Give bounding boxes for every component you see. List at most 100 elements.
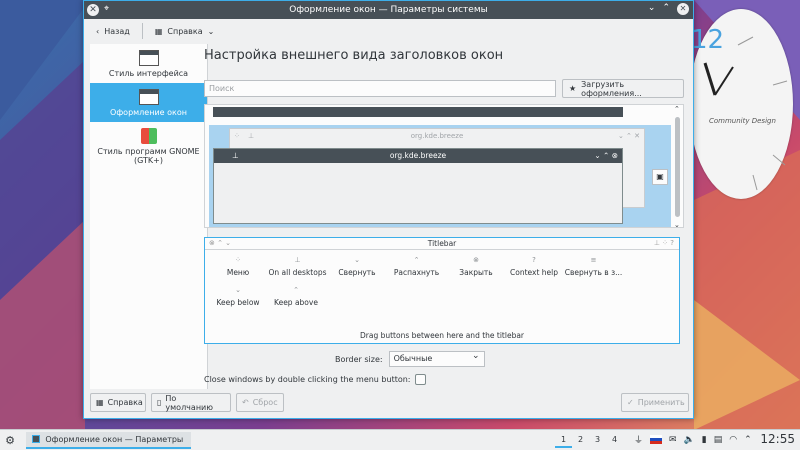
reset-button[interactable]: ↶ Сброс bbox=[236, 393, 284, 412]
border-size-row: Border size: Обычные bbox=[335, 351, 485, 367]
chevron-down-icon[interactable]: ⌄ bbox=[674, 221, 680, 227]
sidebar-item-window-decorations[interactable]: Оформление окон bbox=[90, 83, 207, 122]
drag-hint: Drag buttons between here and the titleb… bbox=[359, 331, 525, 340]
close-icon: ⊗ bbox=[473, 256, 479, 264]
load-decorations-button[interactable]: ★ Загрузить оформления... bbox=[562, 79, 684, 98]
border-size-label: Border size: bbox=[335, 354, 383, 364]
application-launcher-icon[interactable]: ⚙ bbox=[0, 434, 20, 447]
expand-tray-icon[interactable]: ⌃ bbox=[744, 435, 752, 445]
maximize-icon[interactable]: ⌃ bbox=[662, 3, 670, 15]
button-on-all-desktops[interactable]: ⊥ On all desktops bbox=[267, 256, 328, 286]
minimize-icon[interactable]: ⌄ bbox=[648, 3, 656, 15]
search-input[interactable]: Поиск bbox=[204, 80, 556, 97]
decoration-item-previous[interactable] bbox=[213, 107, 623, 117]
pin-icon[interactable]: ⌖ bbox=[104, 4, 109, 14]
button-close[interactable]: ⊗ Закрыть bbox=[447, 256, 505, 286]
desktop-3[interactable]: 3 bbox=[589, 432, 606, 448]
button-shade[interactable]: ≡ Свернуть в з... bbox=[563, 256, 624, 286]
window-decoration-icon bbox=[138, 88, 159, 105]
scrollbar-thumb[interactable] bbox=[675, 117, 680, 217]
preview-front-title: org.kde.breeze bbox=[389, 151, 447, 160]
button-keep-above[interactable]: ⌃ Keep above bbox=[267, 286, 325, 316]
gtk-style-icon bbox=[140, 127, 157, 144]
taskbar: ⚙ Оформление окон — Параметры системы 1 … bbox=[0, 429, 800, 450]
task-system-settings[interactable]: Оформление окон — Параметры системы bbox=[26, 431, 191, 449]
system-settings-window: ✕ ⌖ Оформление окон — Параметры системы … bbox=[83, 0, 694, 419]
chevron-up-icon[interactable]: ⌃ bbox=[674, 105, 680, 113]
battery-icon[interactable]: ▮ bbox=[702, 435, 707, 445]
clipboard-icon[interactable]: ▤ bbox=[714, 435, 723, 445]
button-maximize[interactable]: ⌃ Распахнуть bbox=[386, 256, 447, 286]
usb-icon[interactable]: ⏚ bbox=[634, 433, 643, 446]
preview-back-title: org.kde.breeze bbox=[410, 132, 464, 140]
help-label: Справка bbox=[167, 26, 203, 36]
analog-clock-widget: 12 Community Design bbox=[689, 5, 793, 205]
titlebar-buttons-editor[interactable]: ⊗ ⌃ ⌄ Titlebar ⊥ ⁘ ? ⁘ Меню ⊥ On all deskt… bbox=[204, 237, 680, 344]
titlebar-right-buttons-icon[interactable]: ⊥ ⁘ ? bbox=[654, 238, 674, 249]
page-title: Настройка внешнего вида заголовков окон bbox=[204, 48, 504, 63]
close-double-click-label: Close windows by double clicking the men… bbox=[204, 375, 411, 384]
chevron-left-icon: ‹ bbox=[96, 26, 100, 36]
border-size-select[interactable]: Обычные bbox=[388, 351, 485, 367]
main-panel: Настройка внешнего вида заголовков окон … bbox=[204, 44, 689, 389]
document-icon: ▯ bbox=[157, 398, 162, 407]
widget-style-icon bbox=[138, 49, 159, 66]
system-tray: ⏚ ✉ 🔈 ▮ ▤ ◠ ⌃ bbox=[634, 433, 752, 447]
mail-icon[interactable]: ✉ bbox=[669, 435, 677, 445]
desktop-1[interactable]: 1 bbox=[555, 432, 572, 448]
help-grid-icon: ▦ bbox=[96, 398, 104, 407]
close-double-click-row: Close windows by double clicking the men… bbox=[204, 374, 426, 385]
button-label: Context help bbox=[510, 268, 558, 277]
keep-above-icon[interactable]: ✕ bbox=[677, 3, 689, 15]
sidebar-item-widget-style[interactable]: Стиль интерфейса bbox=[90, 44, 207, 83]
button-minimize[interactable]: ⌄ Свернуть bbox=[328, 256, 386, 286]
help-menu-button[interactable]: ▦ Справка ⌄ bbox=[151, 25, 219, 38]
close-icon[interactable]: ✕ bbox=[87, 4, 99, 16]
button-context-help[interactable]: ? Context help bbox=[505, 256, 563, 286]
keyboard-layout-flag-icon[interactable] bbox=[650, 435, 663, 444]
back-label: Назад bbox=[104, 26, 130, 36]
minimize-icon: ⌄ bbox=[354, 256, 360, 264]
help-grid-icon: ▦ bbox=[154, 26, 163, 36]
decoration-list[interactable]: ⁘ ⊥ org.kde.breeze ⌄ ⌃ ✕ ⊥ org.kde.breez… bbox=[204, 104, 684, 228]
undo-icon: ↶ bbox=[242, 398, 249, 407]
window-titlebar[interactable]: ✕ ⌖ Оформление окон — Параметры системы … bbox=[84, 1, 693, 19]
window-title: Оформление окон — Параметры системы bbox=[289, 5, 488, 15]
network-icon[interactable]: ◠ bbox=[729, 435, 737, 445]
button-label: Свернуть в з... bbox=[564, 268, 623, 277]
configure-decoration-icon[interactable]: ▣ bbox=[652, 169, 668, 185]
apply-button[interactable]: ✓ Применить bbox=[621, 393, 689, 412]
button-keep-below[interactable]: ⌄ Keep below bbox=[209, 286, 267, 316]
star-icon: ★ bbox=[569, 84, 577, 93]
button-label: On all desktops bbox=[268, 268, 327, 277]
sidebar-item-label: Оформление окон bbox=[110, 107, 187, 117]
digital-clock[interactable]: 12:55 bbox=[760, 432, 795, 446]
apply-button-label: Применить bbox=[637, 398, 685, 407]
pin-icon: ⊥ bbox=[232, 151, 239, 160]
desktop-2[interactable]: 2 bbox=[572, 432, 589, 448]
available-buttons: ⁘ Меню ⊥ On all desktops ⌄ Свернуть ⌃ Распах… bbox=[205, 250, 679, 316]
defaults-button-label: По умолчанию bbox=[165, 393, 213, 412]
sidebar: Стиль интерфейса Оформление окон Стиль п… bbox=[90, 44, 208, 389]
titlebar-label: Titlebar bbox=[427, 239, 457, 248]
decoration-list-scrollbar[interactable]: ⌃ ⌄ bbox=[674, 105, 682, 227]
menu-icon: ⁘ bbox=[235, 256, 241, 264]
desktop-4[interactable]: 4 bbox=[606, 432, 623, 448]
titlebar-left-buttons-icon[interactable]: ⊗ ⌃ ⌄ bbox=[209, 238, 231, 249]
button-menu[interactable]: ⁘ Меню bbox=[209, 256, 267, 286]
help-button[interactable]: ▦ Справка bbox=[90, 393, 146, 412]
back-button[interactable]: ‹ Назад bbox=[92, 25, 134, 38]
button-label: Закрыть bbox=[459, 268, 493, 277]
close-double-click-checkbox[interactable] bbox=[414, 374, 426, 385]
sidebar-item-gtk-style[interactable]: Стиль программ GNOME (GTK+) bbox=[90, 122, 207, 170]
volume-icon[interactable]: 🔈 bbox=[684, 435, 695, 445]
sidebar-item-label: Стиль интерфейса bbox=[108, 68, 189, 78]
button-label: Свернуть bbox=[338, 268, 376, 277]
help-icon: ? bbox=[532, 256, 536, 264]
titlebar-drop-zone[interactable]: ⊗ ⌃ ⌄ Titlebar ⊥ ⁘ ? bbox=[205, 238, 679, 250]
chevron-down-icon: ⌄ bbox=[207, 26, 215, 36]
keep-above-icon: ⌃ bbox=[293, 286, 299, 294]
checkmark-icon: ✓ bbox=[627, 398, 634, 407]
toolbar: ‹ Назад ▦ Справка ⌄ bbox=[84, 19, 693, 43]
defaults-button[interactable]: ▯ По умолчанию bbox=[151, 393, 231, 412]
